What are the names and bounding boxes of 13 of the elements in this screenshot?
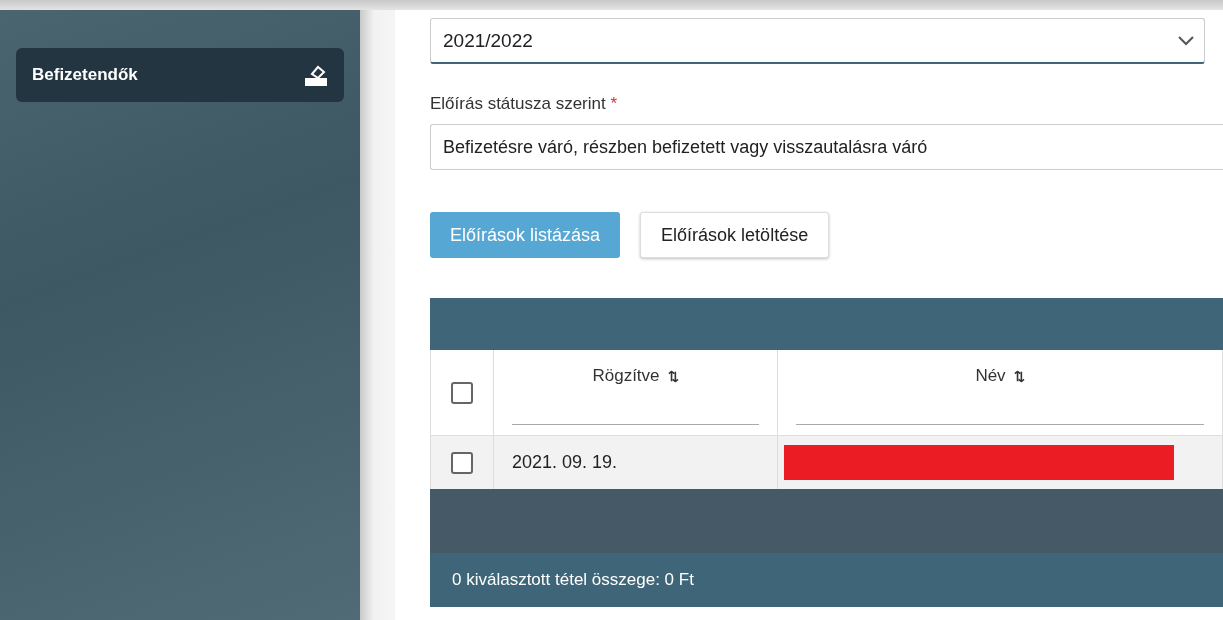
table-cell-text: 2021. 09. 19.	[511, 452, 618, 473]
eraser-icon	[304, 64, 328, 86]
sidebar-item[interactable]: Befizetendők	[16, 48, 344, 102]
select-all-checkbox[interactable]	[451, 381, 473, 404]
chevron-down-icon	[1178, 35, 1194, 46]
download-button[interactable]: Előírások letöltése	[640, 212, 830, 258]
status-select[interactable]: Befizetésre váró, részben befizetett vagy visszautalásra váró	[430, 124, 1223, 170]
column-header[interactable]: Rögzítve ⇅	[592, 366, 679, 386]
year-select[interactable]: 2021/2022	[430, 18, 1205, 64]
field-label: Előírás státusza szerint *	[430, 94, 619, 114]
row-checkbox[interactable]	[451, 451, 473, 474]
column-header[interactable]: Név ⇅	[975, 366, 1025, 386]
selection-summary: 0 kiválasztott tétel összege: 0 Ft	[430, 553, 1223, 607]
